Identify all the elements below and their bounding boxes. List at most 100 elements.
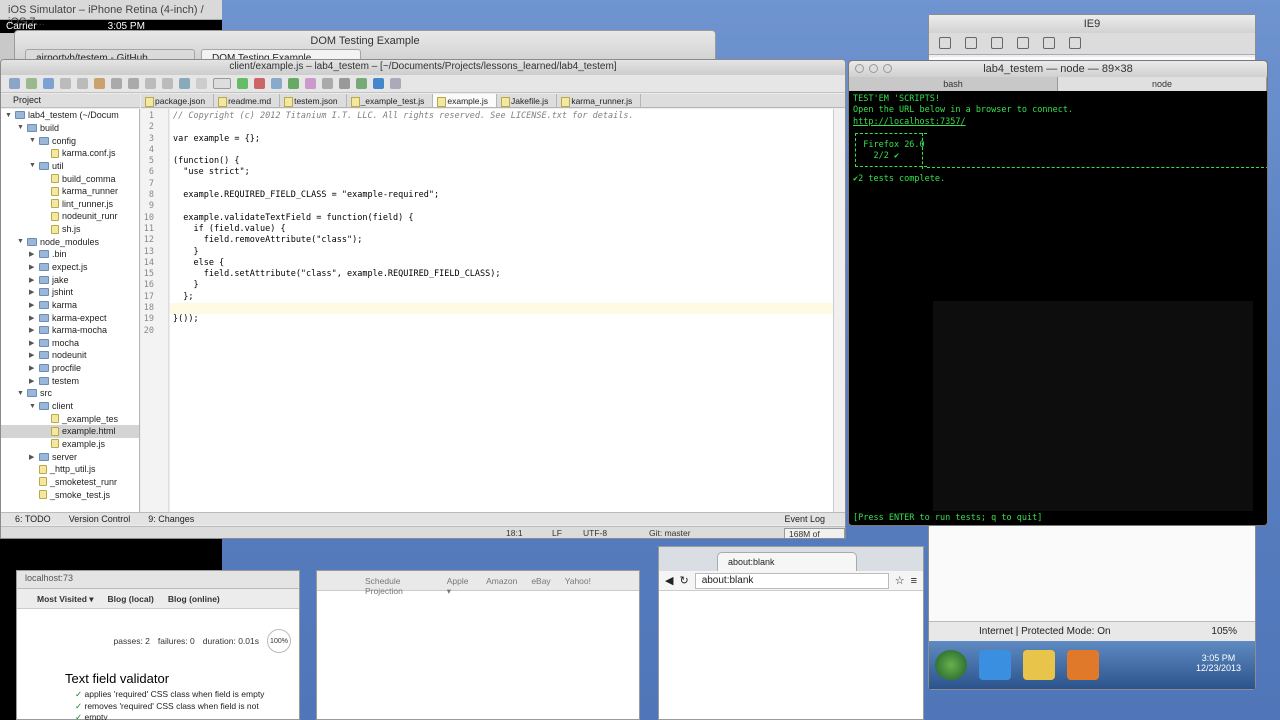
code-line[interactable]: field.removeAttribute("class"); [170, 235, 833, 246]
reload-icon[interactable]: ↻ [679, 574, 688, 587]
chrome-url-field[interactable]: about:blank [694, 572, 889, 589]
tree-folder[interactable]: ▼ node_modules [1, 235, 139, 248]
git-branch[interactable]: Git: master [649, 528, 691, 538]
chevron-down-icon[interactable]: ▼ [5, 112, 13, 119]
editor-tab[interactable]: testem.json [280, 94, 347, 107]
media-player-taskbar-icon[interactable] [1067, 650, 1099, 680]
terminal-icon[interactable] [373, 78, 384, 89]
paste-icon[interactable] [128, 78, 139, 89]
explorer-taskbar-icon[interactable] [1023, 650, 1055, 680]
lock-icon[interactable] [1043, 37, 1055, 49]
bookmark-item[interactable]: Yahoo! [565, 576, 591, 586]
chevron-down-icon[interactable]: ▼ [29, 137, 37, 144]
run-config-dropdown[interactable] [213, 78, 231, 89]
redo-icon[interactable] [77, 78, 88, 89]
tree-file[interactable]: _http_util.js [1, 463, 139, 476]
tree-folder[interactable]: ▼ config [1, 134, 139, 147]
editor-tab[interactable]: _example_test.js [347, 94, 434, 107]
tree-file[interactable]: _smoketest_runr [1, 476, 139, 489]
tree-folder[interactable]: ▼ util [1, 160, 139, 173]
testem-url-link[interactable]: http://localhost:7357/ [853, 117, 966, 127]
code-line[interactable] [170, 179, 833, 190]
chevron-right-icon[interactable]: ▶ [29, 364, 37, 372]
tree-folder[interactable]: ▶ testem [1, 374, 139, 387]
plugin-icon[interactable] [356, 78, 367, 89]
code-line[interactable] [170, 201, 833, 212]
chevron-right-icon[interactable]: ▶ [29, 326, 37, 334]
tree-file[interactable]: lint_runner.js [1, 197, 139, 210]
menu-icon[interactable]: ≡ [911, 575, 917, 587]
editor-tab[interactable]: readme.md [214, 94, 281, 107]
tree-folder[interactable]: ▶ server [1, 450, 139, 463]
back-icon[interactable] [179, 78, 190, 89]
code-line[interactable] [170, 145, 833, 156]
copy-icon[interactable] [111, 78, 122, 89]
tree-folder[interactable]: ▶ mocha [1, 337, 139, 350]
tree-file[interactable]: build_comma [1, 172, 139, 185]
run-icon[interactable] [237, 78, 248, 89]
tree-file[interactable]: sh.js [1, 223, 139, 236]
code-line[interactable]: "use strict"; [170, 167, 833, 178]
start-button-icon[interactable] [935, 650, 967, 680]
code-line[interactable]: // Copyright (c) 2012 Titanium I.T. LLC.… [170, 111, 833, 122]
test-item[interactable]: removes 'required' CSS class when field … [75, 701, 258, 712]
chevron-down-icon[interactable]: ▼ [17, 238, 25, 245]
open-icon[interactable] [9, 78, 20, 89]
sync-icon[interactable] [43, 78, 54, 89]
chevron-right-icon[interactable]: ▶ [29, 314, 37, 322]
settings-icon[interactable] [339, 78, 350, 89]
tree-folder[interactable]: ▶ karma-mocha [1, 324, 139, 337]
failures-count[interactable]: failures: 0 [158, 636, 195, 646]
chevron-right-icon[interactable]: ▶ [29, 263, 37, 271]
help-icon[interactable] [390, 78, 401, 89]
bookmark-item[interactable]: eBay [531, 576, 550, 586]
project-panel-header[interactable]: Project [1, 94, 140, 108]
tree-folder[interactable]: ▶ karma-expect [1, 311, 139, 324]
tree-folder[interactable]: ▶ procfile [1, 362, 139, 375]
line-separator[interactable]: LF [552, 528, 562, 538]
editor-tab[interactable]: package.json [141, 94, 215, 107]
tree-folder[interactable]: ▼ lab4_testem (~/Docum [1, 109, 139, 122]
minimize-icon[interactable] [869, 64, 878, 73]
terminal-tab-bash[interactable]: bash [849, 77, 1058, 91]
bookmark-blog-online[interactable]: Blog (online) [168, 594, 220, 604]
bookmark-item[interactable]: Schedule Projection [365, 576, 433, 596]
event-log-button[interactable]: Event Log [784, 514, 845, 524]
firefox-url[interactable]: localhost:73 [25, 573, 73, 583]
screenshot-icon[interactable] [1017, 37, 1029, 49]
suite-title[interactable]: Text field validator [65, 671, 169, 686]
chevron-right-icon[interactable]: ▶ [29, 301, 37, 309]
memory-indicator[interactable]: 168M of 666M [784, 528, 845, 538]
zoom-icon[interactable] [883, 64, 892, 73]
chevron-right-icon[interactable]: ▶ [29, 288, 37, 296]
cut-icon[interactable] [94, 78, 105, 89]
code-editor[interactable]: // Copyright (c) 2012 Titanium I.T. LLC.… [170, 109, 833, 516]
tree-folder[interactable]: ▶ expect.js [1, 261, 139, 274]
star-icon[interactable]: ☆ [895, 574, 905, 587]
resize-icon[interactable] [991, 37, 1003, 49]
file-encoding[interactable]: UTF-8 [583, 528, 607, 538]
tree-file[interactable]: karma_runner [1, 185, 139, 198]
chevron-right-icon[interactable]: ▶ [29, 351, 37, 359]
code-line[interactable]: } [170, 247, 833, 258]
tree-file[interactable]: _example_tes [1, 412, 139, 425]
code-line[interactable] [170, 326, 833, 337]
vcs-update-icon[interactable] [271, 78, 282, 89]
tree-file[interactable]: _smoke_test.js [1, 488, 139, 501]
close-icon[interactable] [855, 64, 864, 73]
tree-folder[interactable]: ▶ nodeunit [1, 349, 139, 362]
code-line[interactable]: else { [170, 258, 833, 269]
code-line[interactable] [170, 303, 833, 315]
code-line[interactable] [170, 122, 833, 133]
tree-folder[interactable]: ▶ .bin [1, 248, 139, 261]
bookmark-item[interactable]: Amazon [486, 576, 517, 586]
editor-tab[interactable]: Jakefile.js [497, 94, 558, 107]
chevron-right-icon[interactable]: ▶ [29, 339, 37, 347]
back-icon[interactable]: ◀ [665, 574, 673, 587]
chevron-down-icon[interactable]: ▼ [29, 403, 37, 410]
history-icon[interactable] [322, 78, 333, 89]
editor-tab[interactable]: example.js [433, 94, 497, 107]
wrench-icon[interactable] [965, 37, 977, 49]
tree-file[interactable]: nodeunit_runr [1, 210, 139, 223]
editor-scrollbar[interactable] [833, 109, 845, 516]
